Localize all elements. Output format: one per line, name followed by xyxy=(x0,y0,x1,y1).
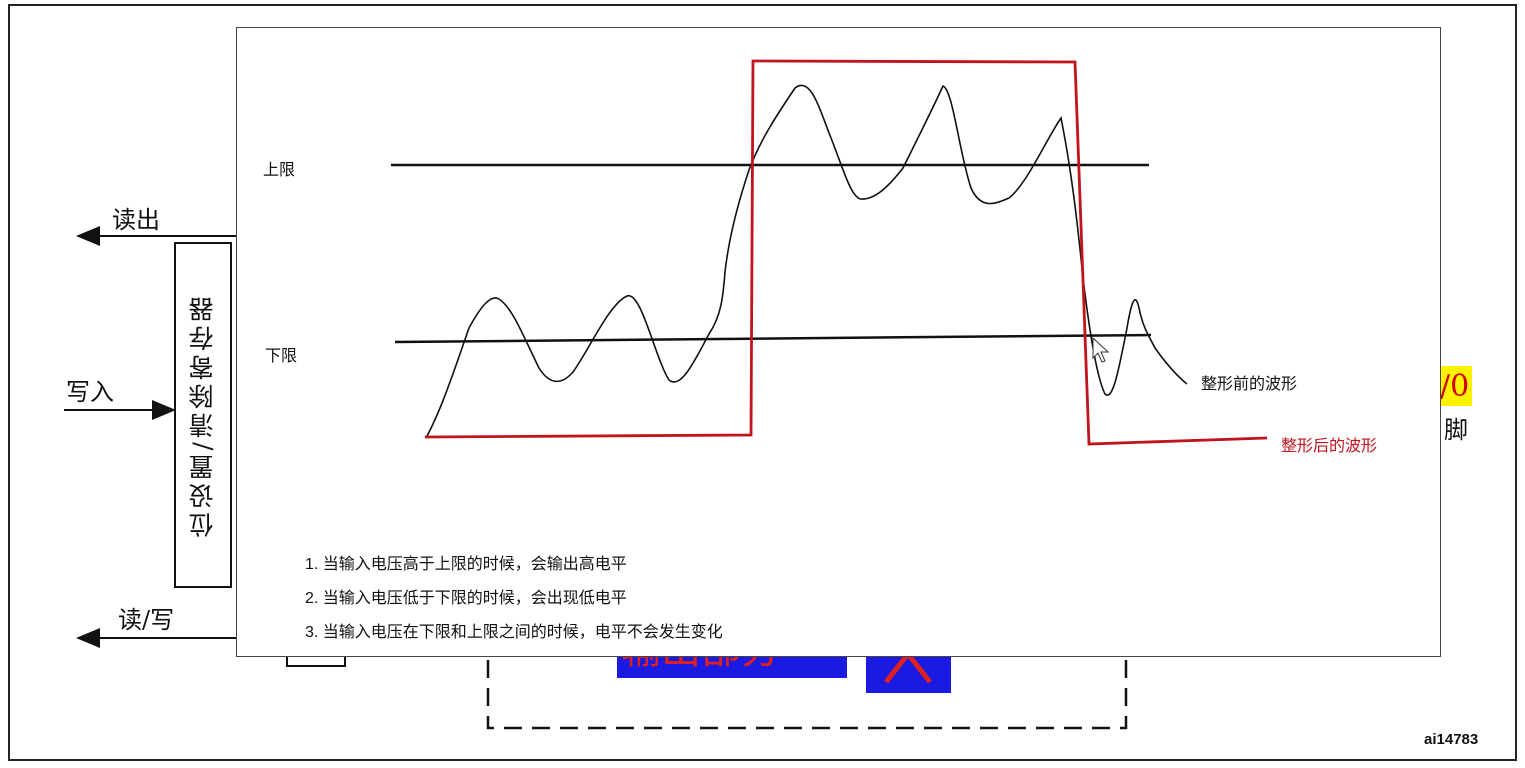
io-pin-label-highlight: /0 xyxy=(1440,366,1472,406)
shaped-square-waveform xyxy=(424,59,1268,446)
notes-list: 1. 当输入电压高于上限的时候，会输出高电平 2. 当输入电压低于下限的时候，会… xyxy=(305,554,723,656)
read-out-label: 读出 xyxy=(112,206,160,234)
waveform-shaping-panel: 上限 下限 整形前的波形 整形后的波形 1. 当输入电压高于上限的时候，会输出高… xyxy=(236,27,1441,657)
write-in-label: 写入 xyxy=(66,378,114,406)
note-item: 1. 当输入电压高于上限的时候，会输出高电平 xyxy=(305,556,627,573)
lower-limit-line xyxy=(394,333,1152,344)
read-write-label: 读/写 xyxy=(118,606,175,634)
before-shaping-label: 整形前的波形 xyxy=(1201,376,1298,393)
upper-limit-label: 上限 xyxy=(263,162,296,179)
register-label: 位设置/清除寄存器 xyxy=(188,292,217,538)
after-shaping-label: 整形后的波形 xyxy=(1281,438,1378,455)
lower-limit-label: 下限 xyxy=(265,348,298,365)
bit-set-clear-register: 位设置/清除寄存器 xyxy=(174,242,232,588)
figure-id: ai14783 xyxy=(1424,731,1479,748)
note-item: 2. 当输入电压低于下限的时候，会出现低电平 xyxy=(305,590,627,607)
note-item: 3. 当输入电压在下限和上限之间的时候，电平不会发生变化 xyxy=(305,624,723,641)
raw-input-waveform xyxy=(426,84,1188,437)
pin-partial-label: 脚 xyxy=(1444,416,1468,444)
io-partial-label: /0 xyxy=(1440,368,1470,404)
